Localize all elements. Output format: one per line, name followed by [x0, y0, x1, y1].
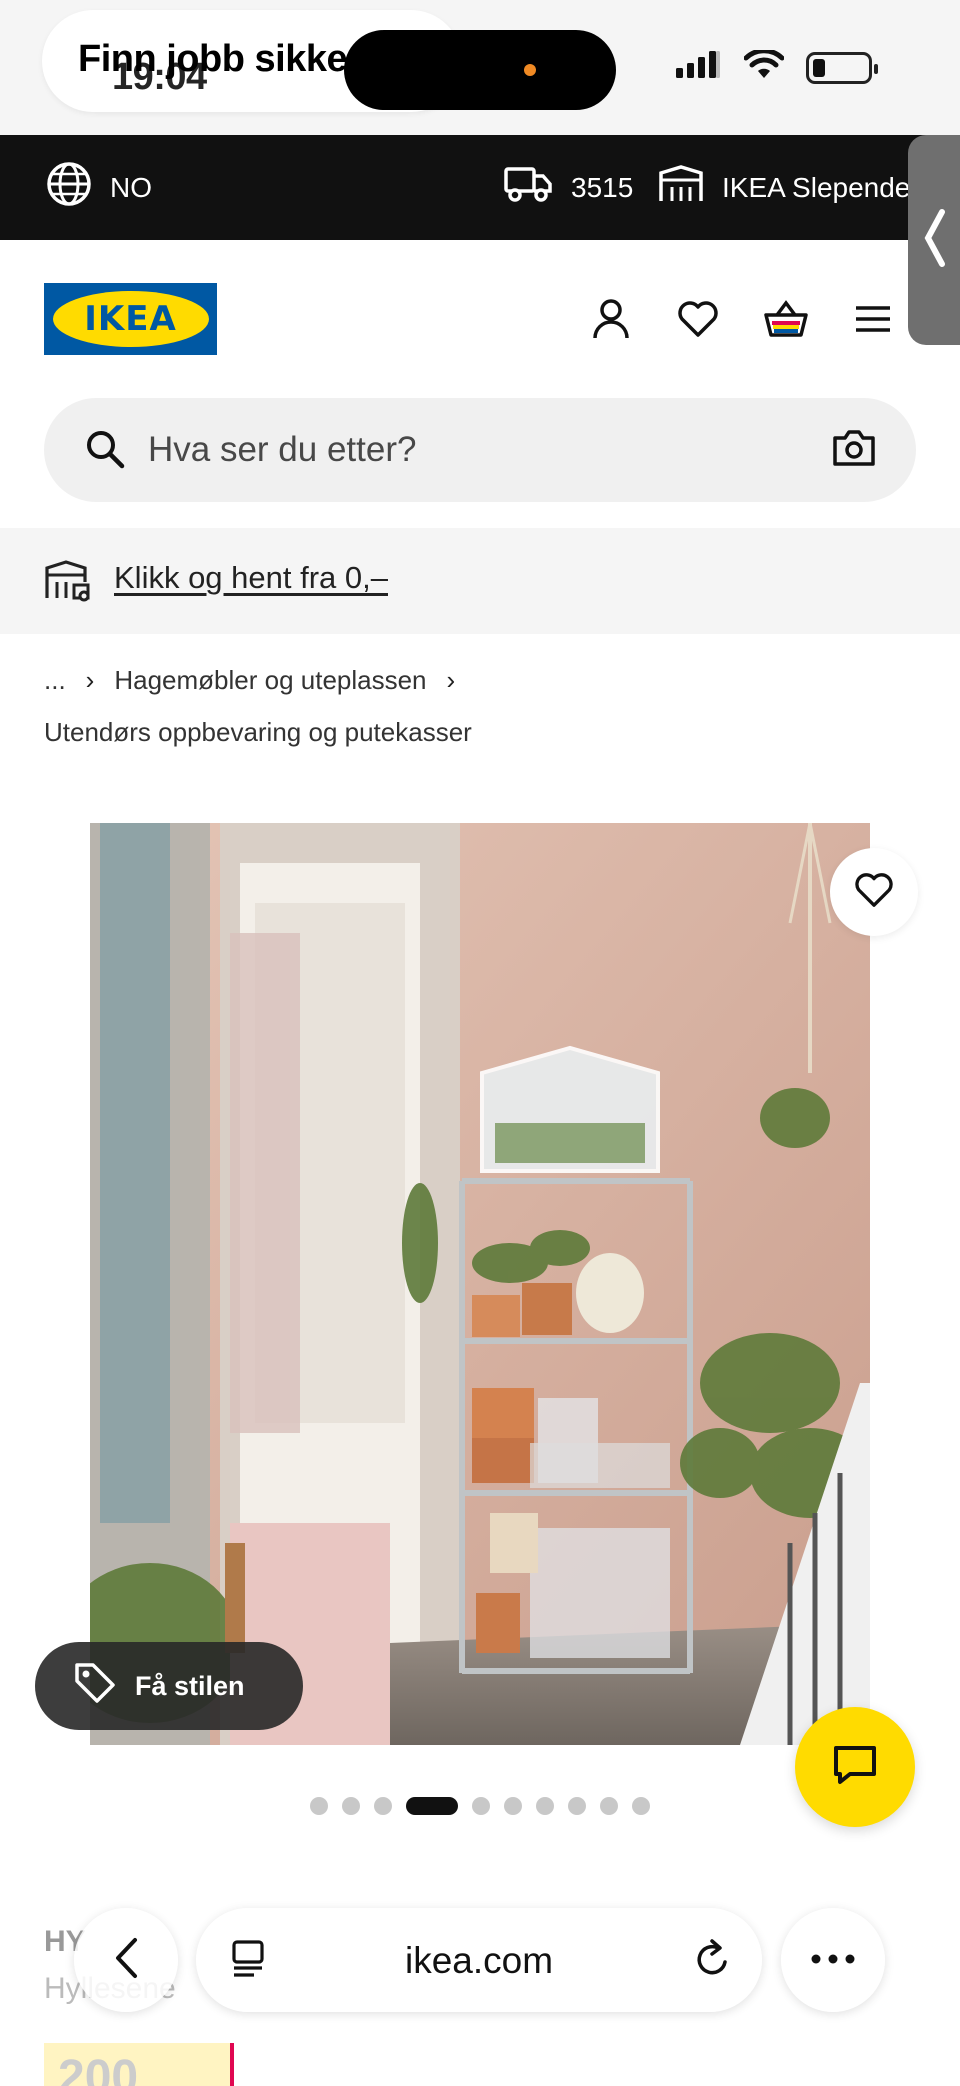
ikea-logo[interactable]: IKEA: [44, 283, 217, 355]
store-selector[interactable]: IKEA Slependen: [658, 135, 926, 240]
url-text: ikea.com: [404, 1940, 554, 1981]
ellipsis-icon: [811, 1951, 855, 1969]
carousel-dot[interactable]: [568, 1797, 586, 1815]
globe-icon: [46, 161, 92, 214]
store-name: IKEA Slependen: [722, 171, 926, 203]
get-the-look-button[interactable]: Få stilen: [35, 1642, 303, 1730]
carousel-dot[interactable]: [374, 1797, 392, 1815]
carousel-dot[interactable]: [310, 1797, 328, 1815]
country-selector[interactable]: NO: [46, 135, 152, 240]
dynamic-island: [344, 30, 616, 110]
carousel-dot[interactable]: [536, 1797, 554, 1815]
heart-icon: [854, 872, 894, 913]
logo-text: IKEA: [84, 299, 177, 339]
browser-toolbar: ikea.com: [0, 1895, 960, 2025]
wifi-icon: [743, 48, 785, 85]
carousel-dot[interactable]: [600, 1797, 618, 1815]
breadcrumb-item-garden[interactable]: Hagemøbler og uteplassen: [114, 665, 426, 696]
status-time: 19:04: [112, 56, 207, 98]
price-tag-icon: [73, 1661, 117, 1712]
carousel-dot[interactable]: [504, 1797, 522, 1815]
store-pickup-icon: [44, 558, 94, 607]
side-panel-handle[interactable]: [908, 135, 960, 345]
site-header: IKEA: [0, 240, 960, 395]
breadcrumb: ... › Hagemøbler og uteplassen › Utendør…: [44, 660, 924, 752]
chat-button[interactable]: [795, 1707, 915, 1827]
chat-bubble-icon: [832, 1744, 878, 1791]
hamburger-icon: [854, 304, 892, 339]
status-icons: [676, 48, 878, 85]
truck-icon: [503, 164, 553, 211]
person-icon: [591, 297, 631, 346]
click-collect-banner: Klikk og hent fra 0,–: [0, 528, 960, 634]
cellular-signal-icon: [676, 50, 722, 85]
store-icon: [658, 164, 704, 211]
click-collect-link[interactable]: Klikk og hent fra 0,–: [114, 560, 388, 596]
search-bar[interactable]: [44, 398, 916, 502]
address-bar[interactable]: ikea.com: [196, 1908, 762, 2012]
status-bar: Finn jobb sikker 19:04: [0, 0, 960, 135]
country-code: NO: [110, 171, 152, 203]
carousel-dot-active[interactable]: [406, 1797, 458, 1815]
carousel-dot[interactable]: [472, 1797, 490, 1815]
price-tag: 200: [44, 2043, 234, 2086]
carousel-dot[interactable]: [342, 1797, 360, 1815]
top-utility-bar: NO 3515 IKEA Slependen: [0, 135, 960, 240]
camera-icon[interactable]: [832, 428, 876, 473]
chevron-left-icon: [113, 1936, 139, 1985]
cart-button[interactable]: [761, 296, 811, 346]
product-image[interactable]: [90, 823, 870, 1745]
carousel-dot[interactable]: [632, 1797, 650, 1815]
reload-icon[interactable]: [692, 1938, 732, 1985]
battery-icon: [806, 51, 878, 84]
menu-button[interactable]: [848, 296, 898, 346]
more-options-button[interactable]: [781, 1908, 885, 2012]
account-button[interactable]: [586, 296, 636, 346]
delivery-postcode[interactable]: 3515: [503, 135, 633, 240]
get-the-look-label: Få stilen: [135, 1670, 245, 1701]
add-to-wishlist-button[interactable]: [830, 848, 918, 936]
search-input[interactable]: [148, 398, 828, 502]
heart-icon: [677, 300, 719, 343]
wishlist-button[interactable]: [673, 296, 723, 346]
product-photo: [90, 823, 870, 1745]
status-overlay: Finn jobb sikker 19:04: [78, 38, 362, 98]
back-button[interactable]: [74, 1908, 178, 2012]
search-icon: [84, 428, 126, 475]
chevron-right-icon: ›: [446, 664, 456, 695]
chevron-left-icon: [922, 208, 946, 273]
chevron-right-icon: ›: [85, 664, 95, 695]
breadcrumb-item-storage[interactable]: Utendørs oppbevaring og putekasser: [44, 717, 472, 748]
shopping-bag-icon: [763, 299, 809, 344]
logo-oval: IKEA: [52, 291, 209, 347]
breadcrumb-ellipsis[interactable]: ...: [44, 665, 66, 696]
recording-indicator: [524, 64, 536, 76]
postcode-text: 3515: [571, 171, 634, 203]
